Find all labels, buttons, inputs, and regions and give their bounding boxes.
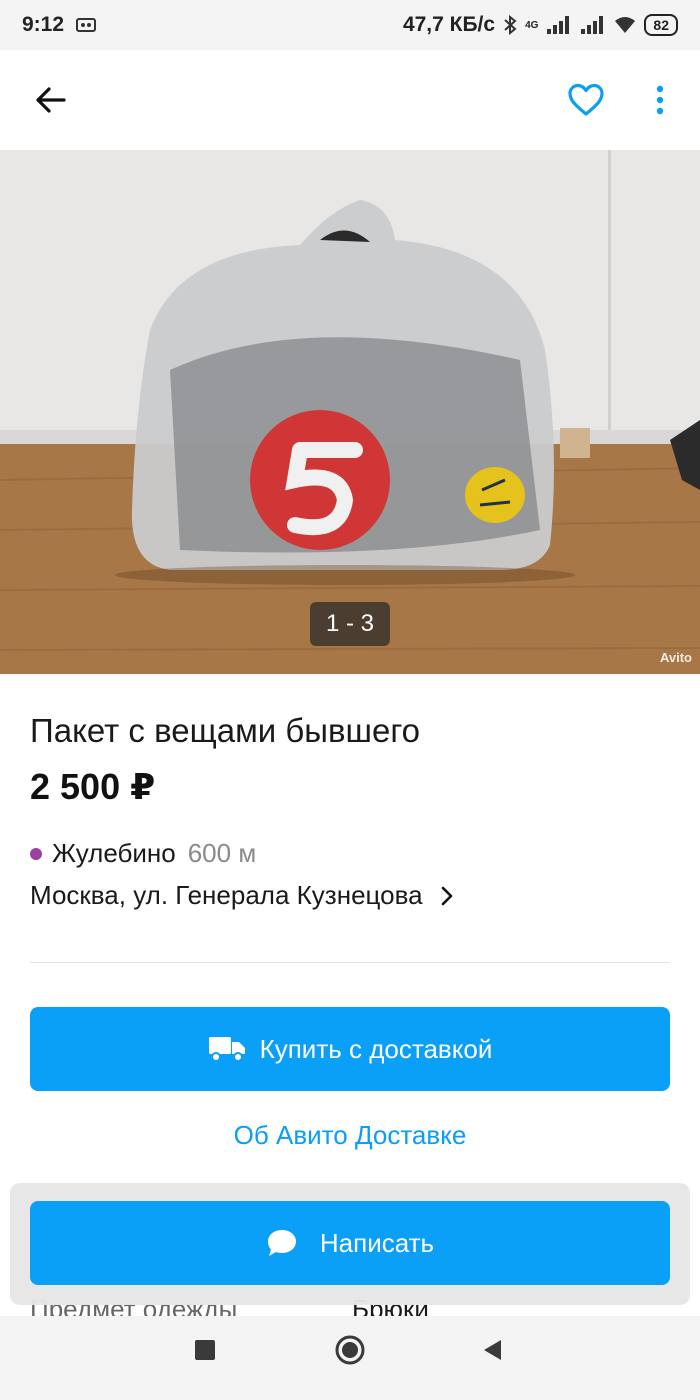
bluetooth-icon xyxy=(504,15,517,35)
home-button[interactable] xyxy=(334,1334,366,1366)
metro-station: Жулебино xyxy=(52,838,176,868)
address-text: Москва, ул. Генерала Кузнецова xyxy=(30,880,423,910)
buy-button-label: Купить с доставкой xyxy=(259,1033,493,1064)
chevron-right-icon xyxy=(441,886,452,905)
divider xyxy=(30,962,670,963)
back-button[interactable] xyxy=(26,78,74,122)
system-nav-bar xyxy=(0,1316,700,1400)
metro-distance: 600 м xyxy=(187,838,257,868)
status-bar: 9:12 47,7 КБ/с 4G 82 xyxy=(0,0,700,50)
address-link[interactable]: Москва, ул. Генерала Кузнецова xyxy=(30,880,453,911)
truck-icon xyxy=(208,1037,245,1062)
buy-with-delivery-button[interactable]: Купить с доставкой xyxy=(30,1007,670,1091)
favorite-button[interactable] xyxy=(562,78,610,122)
system-back-button[interactable] xyxy=(481,1338,503,1362)
listing-photo[interactable]: 1 - 3 Avito xyxy=(0,150,700,674)
recents-button[interactable] xyxy=(195,1340,215,1360)
wifi-icon xyxy=(615,17,636,33)
app-bar xyxy=(0,50,700,150)
status-speed: 47,7 КБ/с xyxy=(402,13,496,36)
photo-illustration xyxy=(0,150,700,674)
signal-icon-2 xyxy=(581,16,604,34)
write-button-label: Написать xyxy=(319,1227,435,1258)
about-delivery-link[interactable]: Об Авито Доставке xyxy=(0,1120,700,1151)
chat-bubble-icon xyxy=(267,1230,296,1256)
network-type: 4G xyxy=(525,19,539,31)
listing-price: 2 500 ₽ xyxy=(30,766,156,807)
heart-outline-icon xyxy=(568,83,604,116)
more-options-button[interactable] xyxy=(640,78,680,122)
photo-counter: 1 - 3 xyxy=(310,602,390,646)
metro-info: Жулебино 600 м xyxy=(30,838,256,869)
status-time: 9:12 xyxy=(22,13,65,36)
arrow-left-icon xyxy=(36,87,66,113)
voicemail-icon xyxy=(76,18,97,32)
listing-title: Пакет с вещами бывшего xyxy=(30,712,421,749)
battery-indicator: 82 xyxy=(644,14,678,36)
signal-icon xyxy=(547,16,570,34)
watermark-label: Avito xyxy=(659,650,692,665)
write-message-button[interactable]: Написать xyxy=(30,1201,670,1285)
more-vertical-icon xyxy=(656,85,664,115)
metro-line-dot xyxy=(30,847,42,860)
